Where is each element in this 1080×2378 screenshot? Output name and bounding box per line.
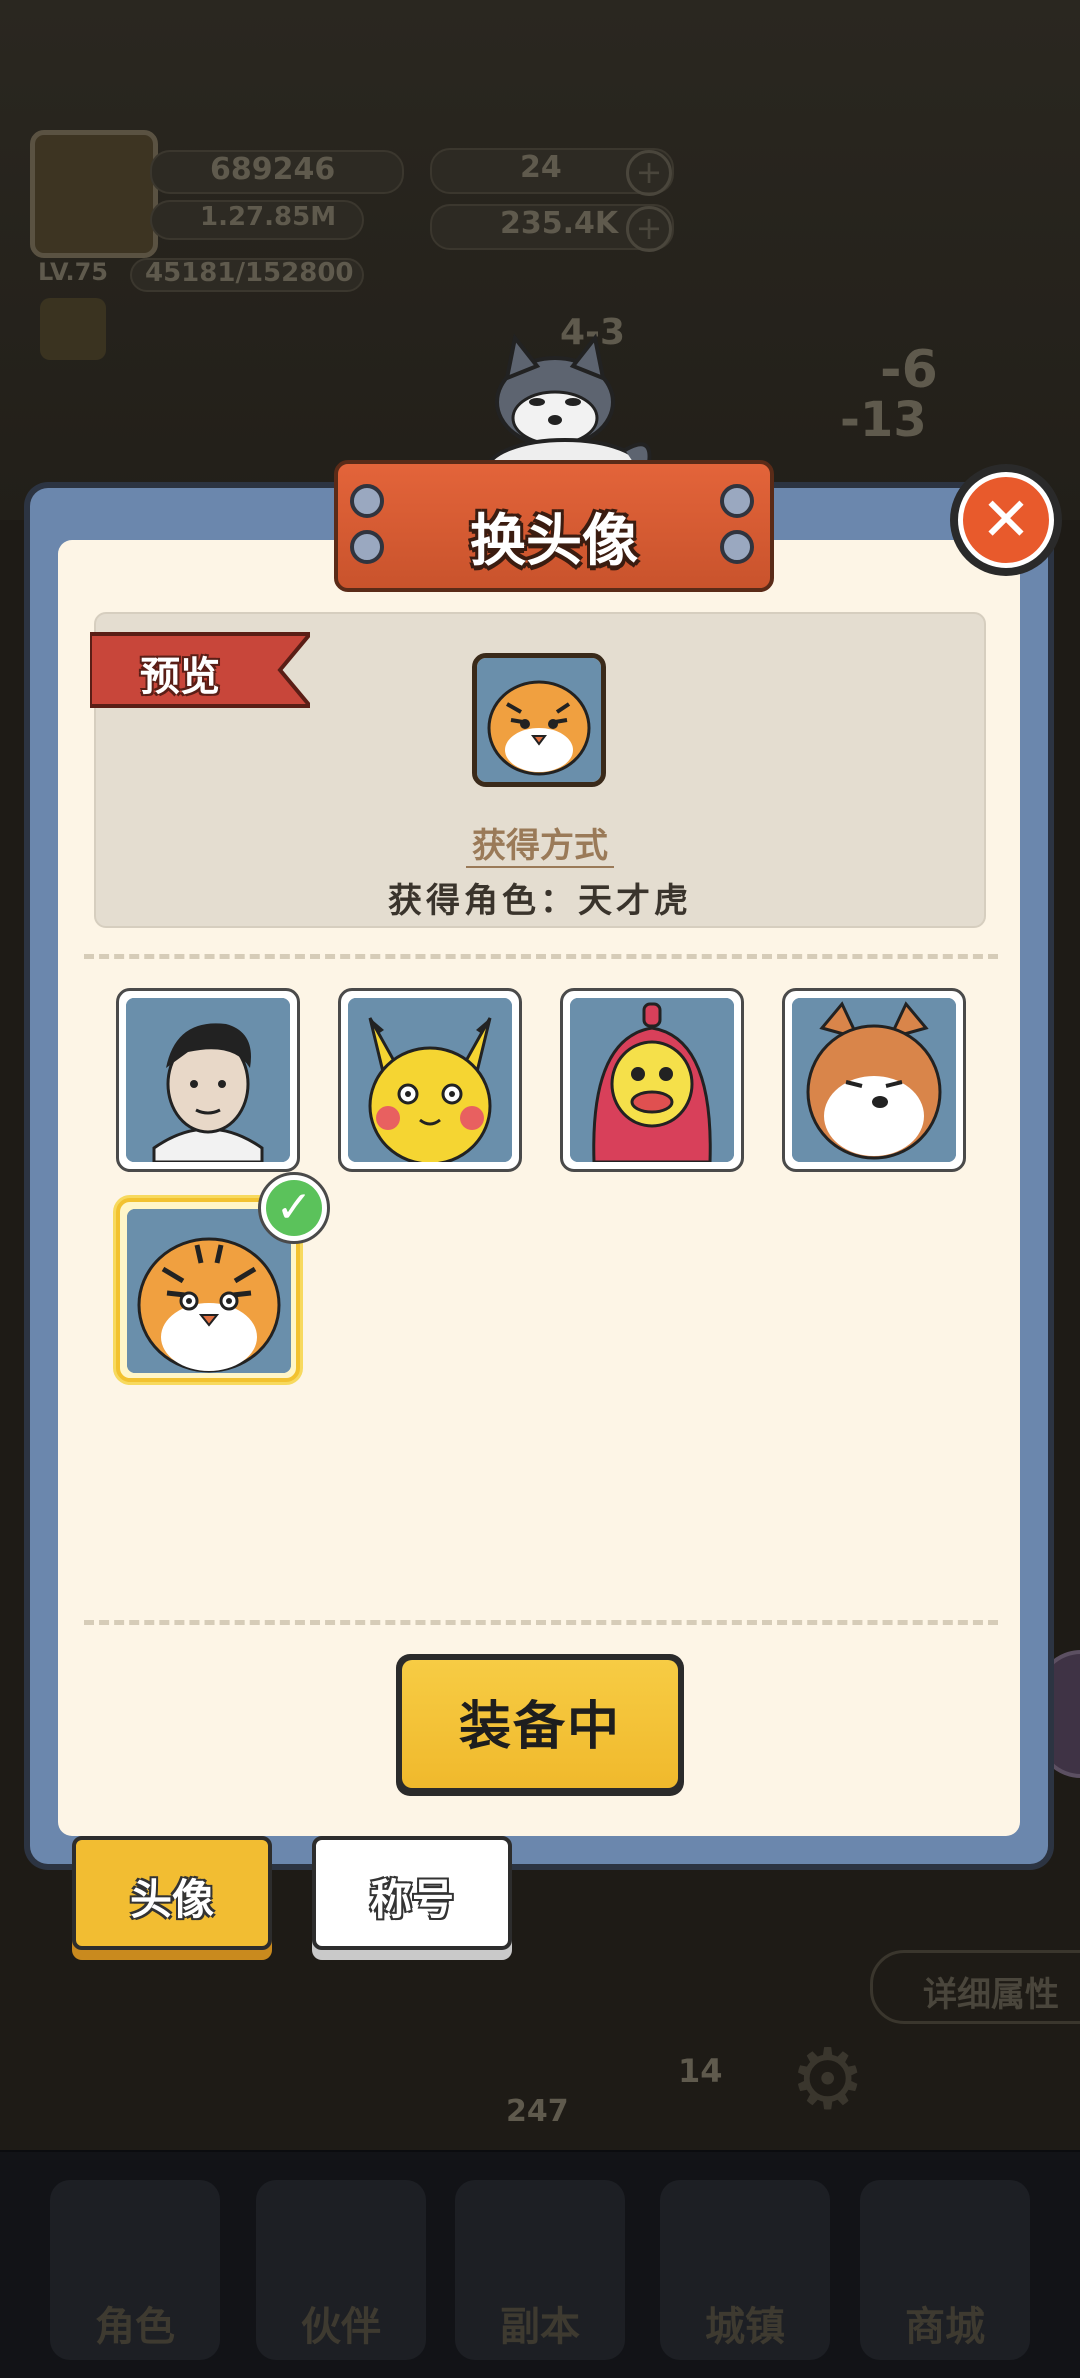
- tab-avatar[interactable]: 头像: [72, 1836, 272, 1950]
- tab-title[interactable]: 称号: [312, 1836, 512, 1950]
- nav-dungeon-label: 副本: [500, 2304, 580, 2350]
- gear-icon[interactable]: ⚙: [790, 2030, 865, 2128]
- nav-town-label: 城镇: [705, 2304, 785, 2350]
- tower-level: 247: [506, 2094, 569, 2129]
- avatar-option-man[interactable]: [116, 988, 300, 1172]
- divider-top: [84, 954, 998, 959]
- nav-partner-label: 伙伴: [301, 2304, 381, 2350]
- red-puppet-avatar-icon: [570, 998, 734, 1162]
- sub-stat-value: 1.27.85M: [200, 202, 337, 232]
- detail-attributes-button[interactable]: 详细属性: [870, 1950, 1080, 2024]
- obtain-method-text: 获得角色：天才虎: [388, 881, 692, 921]
- float-number-2: -13: [840, 392, 927, 448]
- nav-town[interactable]: 城镇: [660, 2180, 830, 2360]
- nav-shop[interactable]: 商城: [860, 2180, 1030, 2360]
- divider-bottom: [84, 1620, 998, 1625]
- close-button[interactable]: ✕: [950, 464, 1062, 576]
- gem-value: 24: [520, 150, 562, 185]
- player-avatar[interactable]: [30, 130, 158, 258]
- obtain-method-title: 获得方式: [472, 826, 608, 866]
- power-value: 689246: [210, 152, 336, 187]
- nav-role[interactable]: 角色: [50, 2180, 220, 2360]
- nav-role-label: 角色: [95, 2304, 175, 2350]
- equip-button-label: 装备中: [458, 1697, 621, 1757]
- nav-dungeon[interactable]: 副本: [455, 2180, 625, 2360]
- exp-value: 45181/152800: [145, 258, 354, 288]
- nav-shop-label: 商城: [905, 2304, 985, 2350]
- tab-title-label: 称号: [369, 1875, 454, 1924]
- level-label: LV.75: [38, 258, 108, 286]
- title-board: 换头像: [334, 450, 774, 592]
- float-number-1: -6: [880, 340, 938, 400]
- modal-title: 换头像: [470, 509, 638, 574]
- selected-check-icon: ✓: [258, 1172, 330, 1244]
- detail-attributes-label: 详细属性: [923, 1975, 1059, 2015]
- preview-avatar: [472, 653, 606, 787]
- pikachu-avatar-icon: [348, 998, 512, 1162]
- menu-button[interactable]: [40, 298, 106, 360]
- badge-count: 14: [678, 2052, 723, 2090]
- avatar-option-red-puppet[interactable]: [560, 988, 744, 1172]
- close-icon: ✕: [958, 472, 1054, 568]
- man-avatar-icon: [126, 998, 290, 1162]
- tiger-icon: [477, 658, 601, 782]
- shiba-avatar-icon: [792, 998, 956, 1162]
- obtain-underline: [466, 866, 614, 868]
- add-gems-icon[interactable]: +: [626, 150, 672, 196]
- tab-avatar-label: 头像: [129, 1875, 214, 1924]
- nav-partner[interactable]: 伙伴: [256, 2180, 426, 2360]
- avatar-option-shiba[interactable]: [782, 988, 966, 1172]
- preview-ribbon-label: 预览: [140, 654, 220, 700]
- add-gold-icon[interactable]: +: [626, 206, 672, 252]
- gold-value: 235.4K: [500, 206, 619, 241]
- avatar-option-pikachu[interactable]: [338, 988, 522, 1172]
- equip-button[interactable]: 装备中: [396, 1654, 684, 1796]
